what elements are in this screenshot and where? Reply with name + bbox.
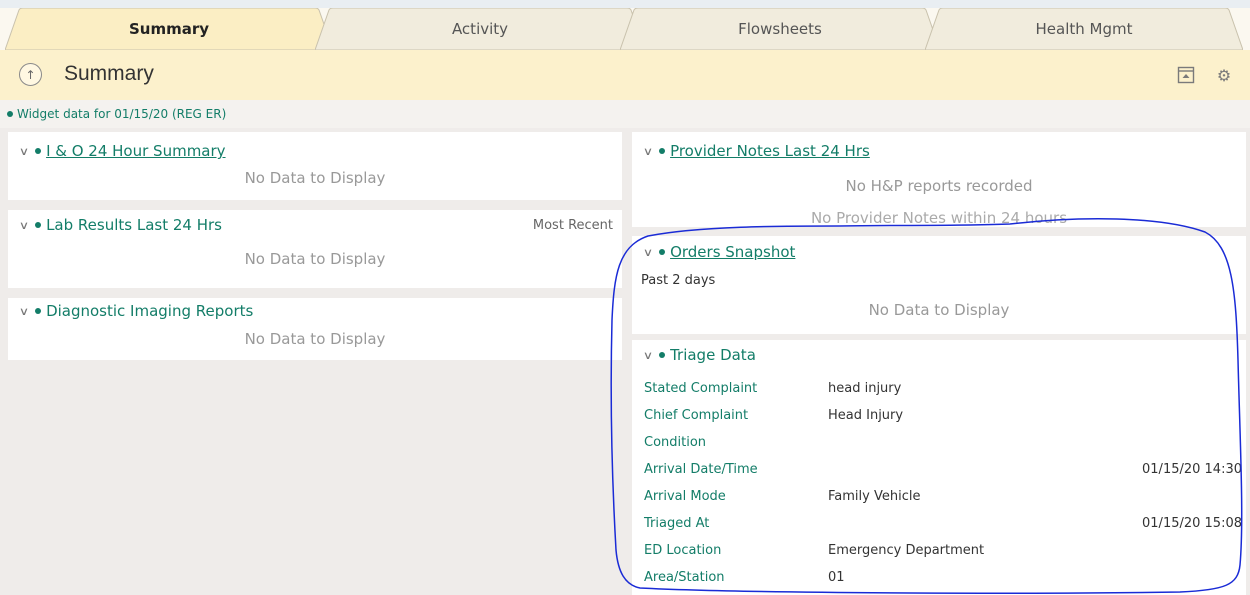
- up-arrow-icon[interactable]: ↑: [19, 63, 42, 86]
- lab-results-header[interactable]: ∨ Lab Results Last 24 Hrs: [19, 216, 222, 234]
- triage-row: Area/Station 01: [644, 570, 1242, 592]
- triage-row: Arrival Date/Time 01/15/20 14:30: [644, 462, 1242, 484]
- tab-bar: Summary Activity Flowsheets Health Mgmt: [0, 0, 1250, 50]
- page-title: Summary: [64, 62, 154, 85]
- provider-notes-title[interactable]: Provider Notes Last 24 Hrs: [670, 142, 870, 160]
- chevron-down-icon[interactable]: ∨: [643, 246, 653, 259]
- triage-label: Chief Complaint: [644, 408, 749, 423]
- tab-label: Health Mgmt: [1035, 20, 1133, 38]
- status-dot: [659, 148, 666, 154]
- lab-empty-text: No Data to Display: [244, 250, 386, 268]
- triage-row: Chief Complaint Head Injury: [644, 408, 1242, 430]
- status-dot: [7, 111, 13, 117]
- triage-value: Head Injury: [828, 408, 904, 423]
- triage-label: Area/Station: [644, 570, 725, 585]
- triage-label: Condition: [644, 435, 707, 450]
- widget-data-text: Widget data for 01/15/20 (REG ER): [17, 107, 227, 121]
- tab-label: Activity: [451, 20, 509, 38]
- orders-timeframe: Past 2 days: [641, 273, 716, 288]
- io-summary-title[interactable]: I & O 24 Hour Summary: [46, 142, 225, 160]
- imaging-title: Diagnostic Imaging Reports: [46, 302, 254, 320]
- orders-snapshot-title[interactable]: Orders Snapshot: [670, 243, 795, 261]
- io-empty-text: No Data to Display: [244, 169, 386, 187]
- expand-panel-icon[interactable]: [1176, 65, 1196, 85]
- chevron-down-icon[interactable]: ∨: [643, 349, 653, 362]
- lab-results-card: ∨ Lab Results Last 24 Hrs Most Recent No…: [8, 210, 622, 288]
- triage-row: Triaged At 01/15/20 15:08: [644, 516, 1242, 538]
- status-dot: [659, 352, 666, 358]
- io-summary-card: ∨ I & O 24 Hour Summary No Data to Displ…: [8, 132, 622, 200]
- tab-bar-top-strip: [0, 0, 1250, 8]
- triage-value: Emergency Department: [828, 543, 985, 558]
- tab-summary[interactable]: Summary: [5, 8, 333, 50]
- tab-flowsheets[interactable]: Flowsheets: [620, 8, 940, 50]
- triage-data-title: Triage Data: [670, 346, 756, 364]
- tab-label: Flowsheets: [738, 20, 822, 38]
- tab-label: Summary: [128, 20, 210, 38]
- imaging-card: ∨ Diagnostic Imaging Reports No Data to …: [8, 298, 622, 360]
- tab-health-mgmt[interactable]: Health Mgmt: [925, 8, 1243, 50]
- status-dot: [35, 148, 42, 154]
- triage-label: Triaged At: [644, 516, 710, 531]
- triage-row: Condition: [644, 435, 1242, 457]
- expand-panel-glyph: [1177, 66, 1195, 84]
- imaging-empty-text: No Data to Display: [244, 330, 386, 348]
- orders-snapshot-header[interactable]: ∨ Orders Snapshot: [643, 243, 796, 261]
- chevron-down-icon[interactable]: ∨: [19, 219, 29, 232]
- widget-data-bar: Widget data for 01/15/20 (REG ER): [0, 100, 1250, 128]
- triage-value: head injury: [828, 381, 902, 396]
- provider-notes-header[interactable]: ∨ Provider Notes Last 24 Hrs: [643, 142, 870, 160]
- triage-datetime: 01/15/20 15:08: [1142, 516, 1242, 531]
- triage-value: Family Vehicle: [828, 489, 921, 504]
- provider-notes-card: ∨ Provider Notes Last 24 Hrs No H&P repo…: [632, 132, 1246, 227]
- status-dot: [35, 308, 42, 314]
- imaging-header[interactable]: ∨ Diagnostic Imaging Reports: [19, 302, 254, 320]
- status-dot: [659, 249, 666, 255]
- no-hp-reports-text: No H&P reports recorded: [845, 177, 1033, 195]
- triage-label: Arrival Mode: [644, 489, 726, 504]
- triage-row: ED Location Emergency Department: [644, 543, 1242, 565]
- gear-icon[interactable]: ⚙: [1214, 65, 1234, 85]
- triage-data-card: ∨ Triage Data Stated Complaint head inju…: [632, 340, 1246, 595]
- chevron-down-icon[interactable]: ∨: [19, 305, 29, 318]
- triage-row: Stated Complaint head injury: [644, 381, 1242, 403]
- triage-datetime: 01/15/20 14:30: [1142, 462, 1242, 477]
- triage-label: ED Location: [644, 543, 722, 558]
- triage-value: 01: [828, 570, 845, 585]
- status-dot: [35, 222, 42, 228]
- lab-results-title: Lab Results Last 24 Hrs: [46, 216, 222, 234]
- tab-activity[interactable]: Activity: [315, 8, 645, 50]
- chevron-down-icon[interactable]: ∨: [19, 145, 29, 158]
- triage-label: Arrival Date/Time: [644, 462, 758, 477]
- chevron-down-icon[interactable]: ∨: [643, 145, 653, 158]
- triage-label: Stated Complaint: [644, 381, 758, 396]
- io-summary-header[interactable]: ∨ I & O 24 Hour Summary: [19, 142, 226, 160]
- no-provider-notes-text: No Provider Notes within 24 hours: [810, 209, 1068, 227]
- page-header: ↑ Summary ⚙: [0, 50, 1250, 100]
- orders-empty-text: No Data to Display: [868, 301, 1010, 319]
- triage-row: Arrival Mode Family Vehicle: [644, 489, 1242, 511]
- orders-snapshot-card: ∨ Orders Snapshot Past 2 days No Data to…: [632, 236, 1246, 334]
- most-recent-label[interactable]: Most Recent: [533, 218, 613, 233]
- triage-data-header[interactable]: ∨ Triage Data: [643, 346, 756, 364]
